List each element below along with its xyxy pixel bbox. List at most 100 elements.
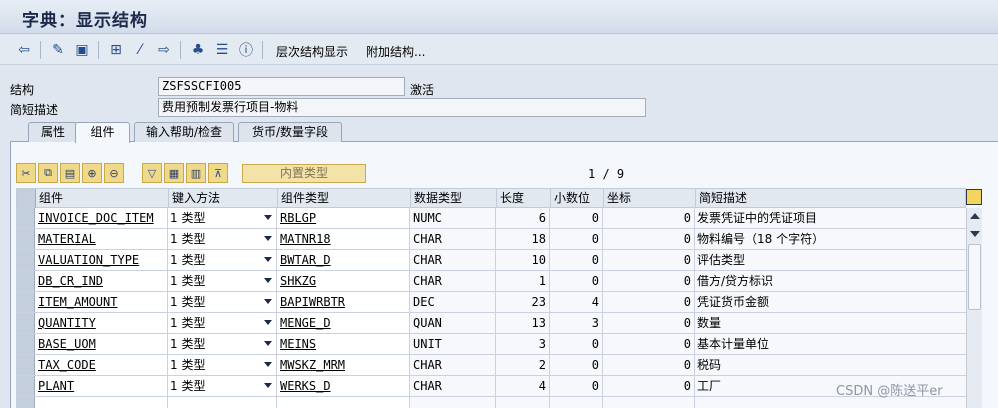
cell-decimals[interactable]: 0 xyxy=(550,208,603,228)
cell-component[interactable]: ITEM_AMOUNT xyxy=(35,292,168,312)
cell-short-desc[interactable]: 税码 xyxy=(695,355,966,375)
cell-data-type[interactable] xyxy=(410,397,496,408)
cell-decimals[interactable]: 0 xyxy=(550,376,603,396)
cell-coordinate[interactable]: 0 xyxy=(603,271,695,291)
back-arrow-icon[interactable]: ⇦ xyxy=(14,40,34,60)
tree-icon[interactable]: ♣ xyxy=(188,40,208,60)
table-config-icon[interactable] xyxy=(966,189,982,205)
filter-icon[interactable]: ▽ xyxy=(142,163,162,183)
cell-length[interactable]: 2 xyxy=(496,355,550,375)
cell-component-type[interactable]: MWSKZ_MRM xyxy=(277,355,410,375)
insert-row-icon[interactable]: ⊕ xyxy=(82,163,102,183)
table-icon[interactable]: ▦ xyxy=(164,163,184,183)
cell-method[interactable] xyxy=(168,397,277,408)
dropdown-arrow-icon[interactable] xyxy=(264,383,272,388)
cell-data-type[interactable]: CHAR xyxy=(410,271,496,291)
export-icon[interactable]: ⇨ xyxy=(154,40,174,60)
tab-components[interactable]: 组件 xyxy=(75,122,130,143)
table-row[interactable]: TAX_CODE 1 类型 MWSKZ_MRM CHAR 2 0 0 税码 xyxy=(16,355,966,376)
cell-method[interactable]: 1 类型 xyxy=(168,208,277,228)
cell-coordinate[interactable]: 0 xyxy=(603,334,695,354)
cell-data-type[interactable]: CHAR xyxy=(410,355,496,375)
cell-coordinate[interactable]: 0 xyxy=(603,355,695,375)
cell-component[interactable]: VALUATION_TYPE xyxy=(35,250,168,270)
short-desc-field[interactable]: 费用预制发票行项目-物料 xyxy=(158,98,646,117)
cell-decimals[interactable]: 3 xyxy=(550,313,603,333)
cell-decimals[interactable]: 0 xyxy=(550,271,603,291)
tab-currency-quantity[interactable]: 货币/数量字段 xyxy=(238,122,342,142)
cell-decimals[interactable] xyxy=(550,397,603,408)
hierarchy-icon[interactable]: ⊞ xyxy=(106,40,126,60)
cell-coordinate[interactable]: 0 xyxy=(603,229,695,249)
detail-icon[interactable]: ▥ xyxy=(186,163,206,183)
cell-component[interactable]: BASE_UOM xyxy=(35,334,168,354)
align-icon[interactable]: ☰ xyxy=(212,40,232,60)
cell-method[interactable]: 1 类型 xyxy=(168,376,277,396)
table-row[interactable]: DB_CR_IND 1 类型 SHKZG CHAR 1 0 0 借方/贷方标识 xyxy=(16,271,966,292)
cell-coordinate[interactable]: 0 xyxy=(603,208,695,228)
wand-icon[interactable]: ⁄ xyxy=(130,40,150,60)
cell-length[interactable]: 3 xyxy=(496,334,550,354)
cell-length[interactable]: 18 xyxy=(496,229,550,249)
dropdown-arrow-icon[interactable] xyxy=(264,236,272,241)
cell-length[interactable]: 1 xyxy=(496,271,550,291)
cell-data-type[interactable]: UNIT xyxy=(410,334,496,354)
cell-component-type[interactable]: WERKS_D xyxy=(277,376,410,396)
scroll-down-icon[interactable] xyxy=(970,231,980,237)
dropdown-arrow-icon[interactable] xyxy=(264,278,272,283)
scroll-up-icon[interactable] xyxy=(970,213,980,219)
row-selector[interactable] xyxy=(16,334,35,354)
row-selector[interactable] xyxy=(16,229,35,249)
scroll-thumb[interactable] xyxy=(968,244,981,310)
table-row[interactable]: INVOICE_DOC_ITEM 1 类型 RBLGP NUMC 6 0 0 发票凭证中的凭证… xyxy=(16,208,966,229)
cell-data-type[interactable]: NUMC xyxy=(410,208,496,228)
arrow-up-icon[interactable]: ⊼ xyxy=(208,163,228,183)
dropdown-arrow-icon[interactable] xyxy=(264,362,272,367)
cell-data-type[interactable]: QUAN xyxy=(410,313,496,333)
cell-component-type[interactable]: RBLGP xyxy=(277,208,410,228)
cell-method[interactable]: 1 类型 xyxy=(168,355,277,375)
row-selector[interactable] xyxy=(16,292,35,312)
cell-short-desc[interactable]: 凭证货币金额 xyxy=(695,292,966,312)
vertical-scrollbar[interactable] xyxy=(966,208,982,408)
cell-data-type[interactable]: CHAR xyxy=(410,376,496,396)
cell-component[interactable]: DB_CR_IND xyxy=(35,271,168,291)
tab-input-help[interactable]: 输入帮助/检查 xyxy=(134,122,234,142)
column-header-data-type[interactable]: 数据类型 xyxy=(411,189,497,208)
structure-field[interactable]: ZSFSSCFI005 xyxy=(158,77,405,96)
column-header-length[interactable]: 长度 xyxy=(497,189,551,208)
dropdown-arrow-icon[interactable] xyxy=(264,299,272,304)
cell-length[interactable] xyxy=(496,397,550,408)
cell-component[interactable]: PLANT xyxy=(35,376,168,396)
cell-length[interactable]: 6 xyxy=(496,208,550,228)
cell-coordinate[interactable]: 0 xyxy=(603,376,695,396)
cell-component-type[interactable]: BAPIWRBTR xyxy=(277,292,410,312)
dropdown-arrow-icon[interactable] xyxy=(264,215,272,220)
table-row[interactable]: ITEM_AMOUNT 1 类型 BAPIWRBTR DEC 23 4 0 凭证货币金额 xyxy=(16,292,966,313)
cell-data-type[interactable]: CHAR xyxy=(410,229,496,249)
cell-short-desc[interactable]: 借方/贷方标识 xyxy=(695,271,966,291)
cell-component[interactable]: QUANTITY xyxy=(35,313,168,333)
column-header-decimals[interactable]: 小数位 xyxy=(551,189,604,208)
cell-short-desc[interactable]: 物料编号（18 个字符） xyxy=(695,229,966,249)
cell-component-type[interactable]: SHKZG xyxy=(277,271,410,291)
cell-method[interactable]: 1 类型 xyxy=(168,250,277,270)
cell-component[interactable]: MATERIAL xyxy=(35,229,168,249)
cell-component-type[interactable]: MEINS xyxy=(277,334,410,354)
cell-data-type[interactable]: DEC xyxy=(410,292,496,312)
column-header-coordinate[interactable]: 坐标 xyxy=(604,189,696,208)
dropdown-arrow-icon[interactable] xyxy=(264,341,272,346)
cell-coordinate[interactable]: 0 xyxy=(603,292,695,312)
cell-method[interactable]: 1 类型 xyxy=(168,229,277,249)
table-row[interactable]: PLANT 1 类型 WERKS_D CHAR 4 0 0 工厂 xyxy=(16,376,966,397)
cell-method[interactable]: 1 类型 xyxy=(168,334,277,354)
cell-length[interactable]: 23 xyxy=(496,292,550,312)
cell-component-type[interactable]: MATNR18 xyxy=(277,229,410,249)
cell-component-type[interactable]: MENGE_D xyxy=(277,313,410,333)
cell-length[interactable]: 13 xyxy=(496,313,550,333)
row-selector[interactable] xyxy=(16,355,35,375)
column-header-short-desc[interactable]: 简短描述 xyxy=(696,189,967,208)
cell-method[interactable]: 1 类型 xyxy=(168,313,277,333)
info-icon[interactable]: ⓘ xyxy=(236,40,256,60)
table-row[interactable]: VALUATION_TYPE 1 类型 BWTAR_D CHAR 10 0 0 评估类型 xyxy=(16,250,966,271)
